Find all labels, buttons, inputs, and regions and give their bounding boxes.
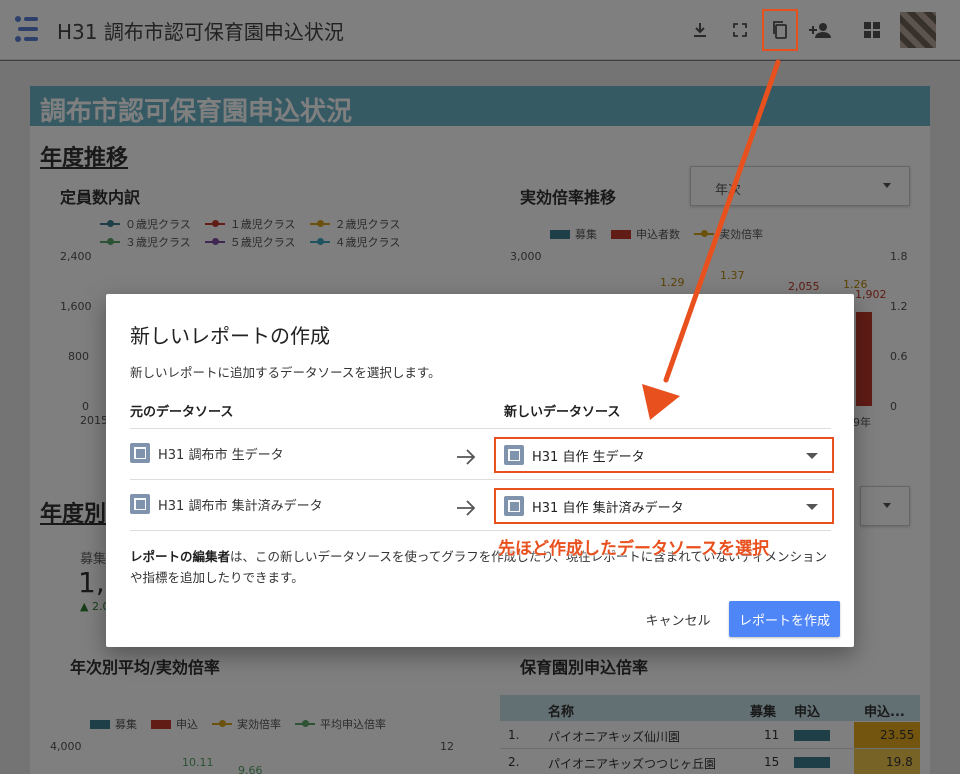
cancel-button[interactable]: キャンセル xyxy=(636,601,720,637)
create-report-button[interactable]: レポートを作成 xyxy=(729,601,840,637)
source-datasource-name: H31 調布市 生データ xyxy=(158,447,284,463)
divider xyxy=(130,428,831,429)
create-report-dialog: 新しいレポートの作成 新しいレポートに追加するデータソースを選択します。 元のデ… xyxy=(106,294,854,647)
source-datasource-name: H31 調布市 集計済みデータ xyxy=(158,498,323,514)
chevron-down-icon xyxy=(806,504,818,510)
divider xyxy=(130,530,831,531)
dialog-subtitle: 新しいレポートに追加するデータソースを選択します。 xyxy=(130,365,441,380)
column-header-new: 新しいデータソース xyxy=(504,405,621,420)
new-datasource-select[interactable]: H31 自作 集計済みデータ xyxy=(494,488,834,524)
divider xyxy=(130,479,831,480)
source-datasource-row: H31 調布市 集計済みデータ xyxy=(130,489,323,519)
table-icon xyxy=(130,443,150,463)
dialog-title: 新しいレポートの作成 xyxy=(130,324,330,348)
new-datasource-select[interactable]: H31 自作 生データ xyxy=(494,437,834,473)
new-datasource-value: H31 自作 集計済みデータ xyxy=(532,500,684,516)
arrow-right-icon xyxy=(457,500,476,516)
source-datasource-row: H31 調布市 生データ xyxy=(130,438,284,468)
new-datasource-value: H31 自作 生データ xyxy=(532,449,645,465)
info-bold: レポートの編集者 xyxy=(130,549,231,564)
table-icon xyxy=(504,445,524,465)
column-header-source: 元のデータソース xyxy=(130,405,234,420)
chevron-down-icon xyxy=(806,453,818,459)
annotation-text: 先ほど作成したデータソースを選択 xyxy=(498,539,770,559)
arrow-right-icon xyxy=(457,449,476,465)
table-icon xyxy=(504,496,524,516)
table-icon xyxy=(130,494,150,514)
copy-icon-highlight xyxy=(762,9,798,51)
